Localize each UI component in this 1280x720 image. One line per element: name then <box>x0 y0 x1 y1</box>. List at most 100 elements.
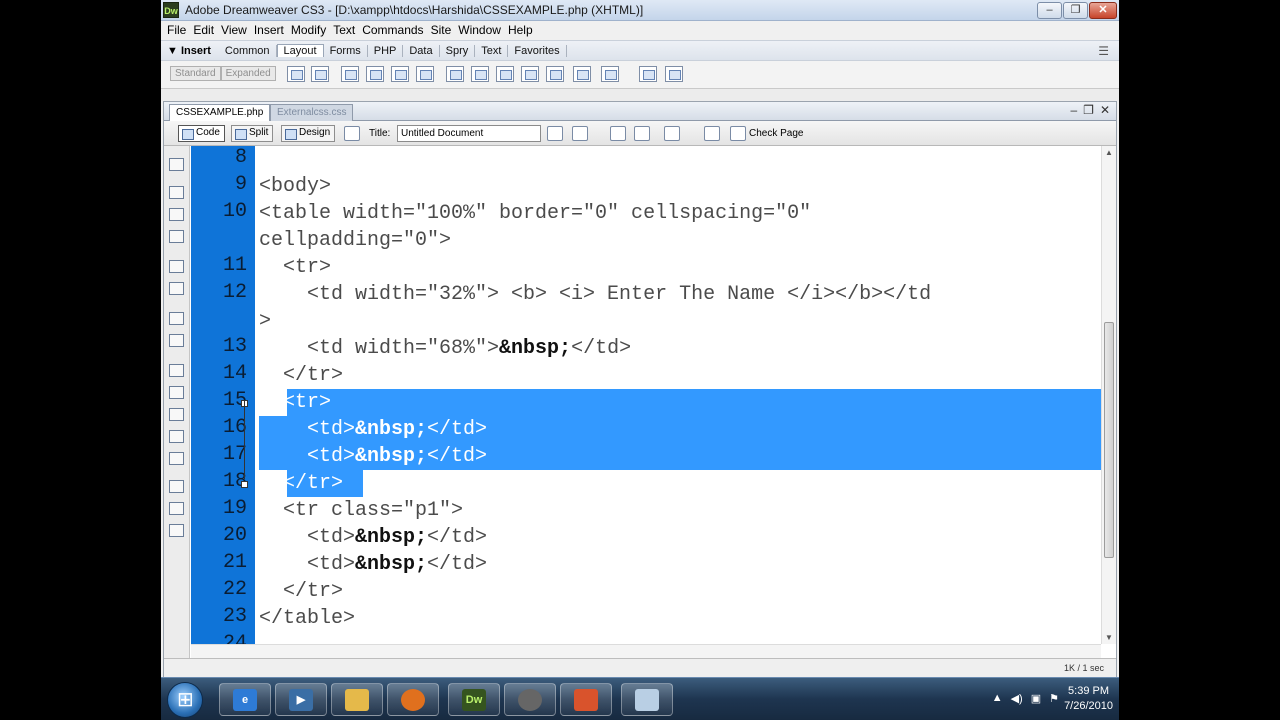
standard-mode-button[interactable]: Standard <box>170 66 221 81</box>
spry-menu-icon[interactable] <box>391 66 409 82</box>
expanded-mode-button[interactable]: Expanded <box>220 66 276 81</box>
menu-view[interactable]: View <box>220 21 253 40</box>
table-row-icon[interactable] <box>446 66 464 82</box>
insert-column-icon[interactable] <box>521 66 539 82</box>
close-button[interactable]: ✕ <box>1089 2 1117 19</box>
menu-modify[interactable]: Modify <box>290 21 332 40</box>
code-editor[interactable]: <body> <table width="100%" border="0" ce… <box>255 146 1101 644</box>
menu-edit[interactable]: Edit <box>192 21 220 40</box>
insert-tab-data[interactable]: Data <box>403 44 440 57</box>
menu-help[interactable]: Help <box>507 21 539 40</box>
fold-collapse-icon[interactable] <box>241 481 248 488</box>
spry-panel-icon[interactable] <box>416 66 434 82</box>
collapse-tag-icon[interactable] <box>169 186 184 199</box>
horizontal-scrollbar[interactable] <box>191 644 1101 658</box>
move-css-icon[interactable] <box>169 452 184 465</box>
grid-view-icon[interactable] <box>639 66 657 82</box>
live-data-icon[interactable] <box>344 126 360 141</box>
highlight-invalid-icon[interactable] <box>169 334 184 347</box>
scrollbar-thumb[interactable] <box>1104 322 1114 558</box>
flag-icon[interactable]: ⚑ <box>1049 692 1059 705</box>
validate-markup-icon[interactable] <box>704 126 720 141</box>
taskbar-dreamweaver[interactable]: Dw <box>448 683 500 716</box>
recent-snippets-icon[interactable] <box>169 430 184 443</box>
taskbar-firefox[interactable] <box>387 683 439 716</box>
insert-tab-php[interactable]: PHP <box>368 44 404 57</box>
insert-tab-favorites[interactable]: Favorites <box>508 44 567 57</box>
code-view-button[interactable]: Code <box>178 125 225 142</box>
system-clock[interactable]: 5:39 PM 7/26/2010 <box>1064 684 1113 714</box>
collapse-selection-icon[interactable] <box>169 208 184 221</box>
taskbar-media[interactable]: ▶ <box>275 683 327 716</box>
tab-externalcss-css[interactable]: Externalcss.css <box>270 104 354 121</box>
layer-icon[interactable] <box>311 66 329 82</box>
menu-commands[interactable]: Commands <box>361 21 429 40</box>
taskbar-ie[interactable]: e <box>219 683 271 716</box>
insert-bar-label[interactable]: ▼ Insert <box>167 45 211 57</box>
browser-preview-icon[interactable] <box>572 126 588 141</box>
code-text: <td> <box>259 553 356 576</box>
taskbar-folder[interactable] <box>331 683 383 716</box>
layout-table-icon[interactable] <box>665 66 683 82</box>
insert-tab-forms[interactable]: Forms <box>324 44 368 57</box>
frames-dropdown-icon[interactable] <box>601 66 619 82</box>
menu-text[interactable]: Text <box>332 21 361 40</box>
line-numbers-icon[interactable] <box>169 312 184 325</box>
balance-braces-icon[interactable] <box>169 282 184 295</box>
doc-restore-icon[interactable]: ❐ <box>1083 103 1094 117</box>
vertical-scrollbar[interactable]: ▲ ▼ <box>1101 146 1116 644</box>
split-view-button[interactable]: Split <box>231 125 274 142</box>
taskbar-media-player[interactable] <box>504 683 556 716</box>
menu-site[interactable]: Site <box>430 21 458 40</box>
media-icon: ▶ <box>289 689 313 711</box>
frame-icon[interactable] <box>546 66 564 82</box>
tray-expand-icon[interactable]: ▲ <box>992 692 1003 705</box>
apply-comment-icon[interactable] <box>169 364 184 377</box>
menu-window[interactable]: Window <box>457 21 507 40</box>
line-number: 12 <box>222 281 247 304</box>
refresh-icon[interactable] <box>610 126 626 141</box>
menu-insert[interactable]: Insert <box>253 21 290 40</box>
visual-aids-icon[interactable] <box>664 126 680 141</box>
div-tag-icon[interactable] <box>341 66 359 82</box>
volume-icon[interactable]: ◀) <box>1011 692 1023 705</box>
insert-tab-common[interactable]: Common <box>219 44 277 57</box>
taskbar-presentation[interactable] <box>560 683 612 716</box>
menu-file[interactable]: File <box>166 21 192 40</box>
insert-row-icon[interactable] <box>496 66 514 82</box>
check-page-icon[interactable] <box>730 126 746 141</box>
network-icon[interactable]: ▣ <box>1031 692 1041 705</box>
expand-all-icon[interactable] <box>169 230 184 243</box>
outdent-code-icon[interactable] <box>169 502 184 515</box>
code-line: </table> <box>259 607 356 630</box>
taskbar-notes[interactable] <box>621 683 673 716</box>
panel-options-icon[interactable]: ☰ <box>1098 44 1109 58</box>
document-title-input[interactable] <box>397 125 541 142</box>
remove-comment-icon[interactable] <box>169 386 184 399</box>
view-options-icon[interactable] <box>634 126 650 141</box>
ap-div-icon[interactable] <box>366 66 384 82</box>
scroll-up-icon[interactable]: ▲ <box>1105 148 1113 157</box>
wrap-tag-icon[interactable] <box>169 408 184 421</box>
check-page-button[interactable]: Check Page <box>749 128 803 139</box>
indent-code-icon[interactable] <box>169 480 184 493</box>
file-management-icon[interactable] <box>547 126 563 141</box>
restore-button[interactable]: ❐ <box>1063 2 1088 19</box>
insert-tab-layout[interactable]: Layout <box>276 44 324 57</box>
table-icon[interactable] <box>287 66 305 82</box>
start-button[interactable] <box>167 682 203 718</box>
open-documents-icon[interactable] <box>169 158 184 171</box>
tab-cssexample-php[interactable]: CSSEXAMPLE.php <box>169 104 271 121</box>
doc-minimize-icon[interactable]: – <box>1070 103 1077 117</box>
insert-tab-spry[interactable]: Spry <box>440 44 476 57</box>
select-parent-tag-icon[interactable] <box>169 260 184 273</box>
minimize-button[interactable]: – <box>1037 2 1062 19</box>
doc-close-icon[interactable]: ✕ <box>1100 103 1110 117</box>
table-column-icon[interactable] <box>471 66 489 82</box>
format-source-icon[interactable] <box>169 524 184 537</box>
scroll-down-icon[interactable]: ▼ <box>1105 633 1113 642</box>
design-view-button[interactable]: Design <box>281 125 336 142</box>
insert-tab-text[interactable]: Text <box>475 44 509 57</box>
iframe-icon[interactable] <box>573 66 591 82</box>
code-line: <table width="100%" border="0" cellspaci… <box>259 202 812 225</box>
